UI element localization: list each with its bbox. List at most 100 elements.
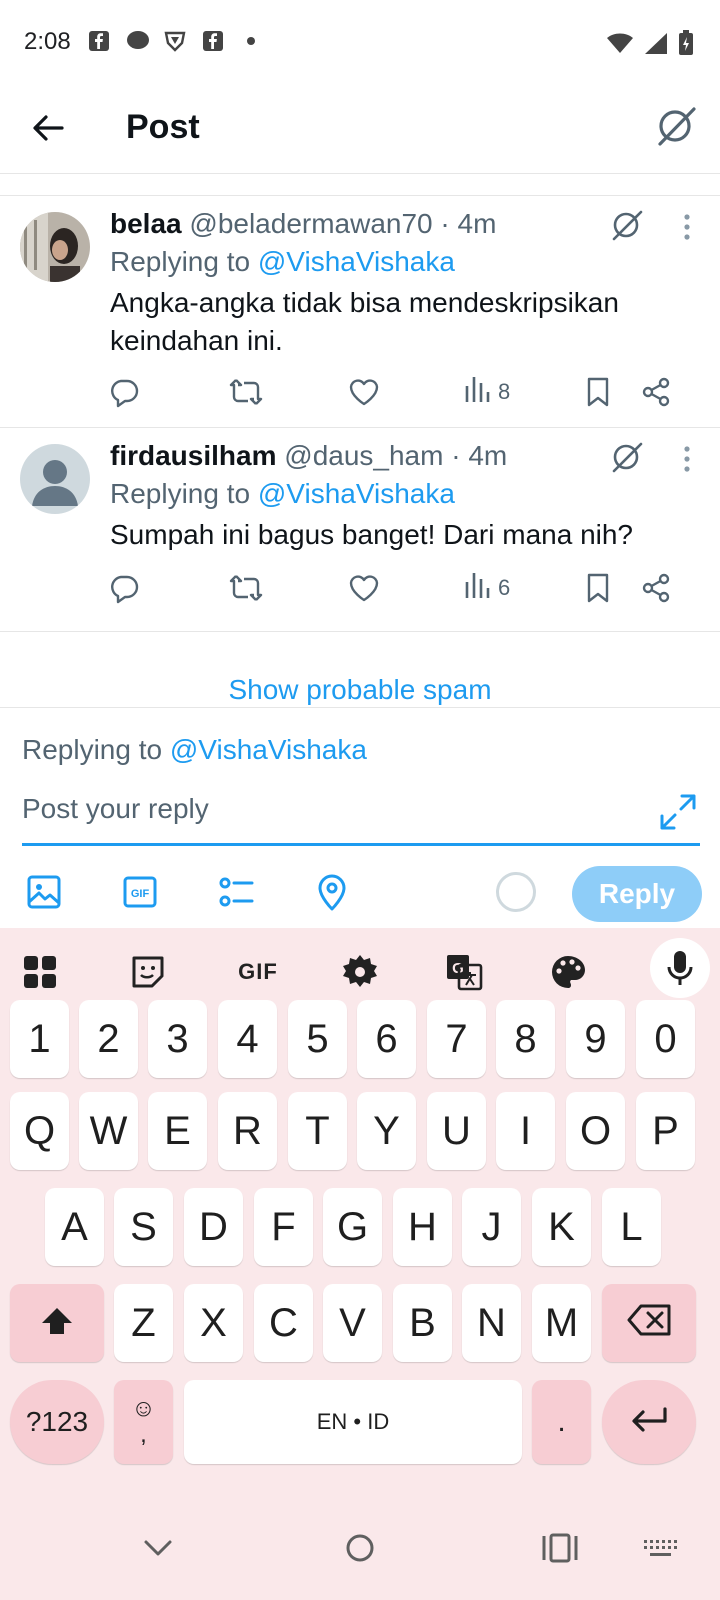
key-e[interactable]: E (148, 1092, 207, 1170)
microphone-icon[interactable] (650, 938, 710, 998)
key-k[interactable]: K (532, 1188, 591, 1266)
post-actions: 6 (0, 568, 720, 608)
key-s[interactable]: S (114, 1188, 173, 1266)
grok-icon[interactable] (610, 208, 644, 242)
key-j[interactable]: J (462, 1188, 521, 1266)
settings-gear-icon[interactable] (336, 948, 384, 996)
key-t[interactable]: T (288, 1092, 347, 1170)
display-name[interactable]: firdausilham (110, 440, 276, 471)
recents-icon[interactable] (540, 1528, 580, 1568)
more-options-icon[interactable] (672, 210, 702, 244)
reply-input[interactable] (22, 786, 700, 846)
key-x[interactable]: X (184, 1284, 243, 1362)
key-u[interactable]: U (427, 1092, 486, 1170)
shift-key[interactable] (10, 1284, 104, 1362)
key-3[interactable]: 3 (148, 1000, 207, 1078)
post-text: Sumpah ini bagus banget! Dari mana nih? (110, 519, 634, 550)
key-p[interactable]: P (636, 1092, 695, 1170)
key-b[interactable]: B (393, 1284, 452, 1362)
key-g[interactable]: G (323, 1188, 382, 1266)
repost-icon[interactable] (228, 372, 264, 412)
key-h[interactable]: H (393, 1188, 452, 1266)
grok-icon[interactable] (610, 440, 644, 474)
reply-icon[interactable] (108, 372, 140, 412)
key-4[interactable]: 4 (218, 1000, 277, 1078)
like-icon[interactable] (348, 372, 380, 412)
more-options-icon[interactable] (672, 442, 702, 476)
show-probable-spam-link[interactable]: Show probable spam (0, 674, 720, 706)
reply-post[interactable]: firdausilham @daus_ham · 4m Replying to … (0, 428, 720, 632)
emoji-comma-key[interactable]: ☺ , (114, 1380, 173, 1464)
key-m[interactable]: M (532, 1284, 591, 1362)
translate-icon[interactable]: G (440, 948, 488, 996)
key-a[interactable]: A (45, 1188, 104, 1266)
key-n[interactable]: N (462, 1284, 521, 1362)
bookmark-icon[interactable] (584, 568, 612, 608)
previous-post-edge (0, 174, 720, 196)
symbols-key[interactable]: ?123 (10, 1380, 104, 1464)
composer-mention-link[interactable]: @VishaVishaka (170, 734, 367, 765)
avatar-default[interactable] (20, 444, 90, 514)
home-circle-icon[interactable] (340, 1528, 380, 1568)
key-8[interactable]: 8 (496, 1000, 555, 1078)
enter-key[interactable] (602, 1380, 696, 1464)
key-w[interactable]: W (79, 1092, 138, 1170)
palette-icon[interactable] (544, 948, 592, 996)
comma-label: , (140, 1421, 147, 1448)
gif-icon[interactable]: GIF (120, 872, 160, 912)
chevron-down-icon[interactable] (138, 1528, 178, 1568)
reply-icon[interactable] (108, 568, 140, 608)
grok-icon[interactable] (654, 104, 698, 148)
key-1[interactable]: 1 (10, 1000, 69, 1078)
share-icon[interactable] (640, 372, 672, 412)
character-count-circle (496, 872, 536, 912)
key-5[interactable]: 5 (288, 1000, 347, 1078)
key-y[interactable]: Y (357, 1092, 416, 1170)
key-i[interactable]: I (496, 1092, 555, 1170)
show-probable-spam[interactable]: Show probable spam (0, 632, 720, 708)
key-z[interactable]: Z (114, 1284, 173, 1362)
back-arrow-icon[interactable] (28, 108, 68, 148)
mention-link[interactable]: @VishaVishaka (258, 246, 455, 277)
key-f[interactable]: F (254, 1188, 313, 1266)
key-6[interactable]: 6 (357, 1000, 416, 1078)
location-icon[interactable] (312, 872, 352, 912)
views-stat[interactable]: 6 (464, 568, 510, 608)
bookmark-icon[interactable] (584, 372, 612, 412)
repost-icon[interactable] (228, 568, 264, 608)
avatar[interactable] (20, 212, 90, 282)
key-l[interactable]: L (602, 1188, 661, 1266)
period-key[interactable]: . (532, 1380, 591, 1464)
display-name[interactable]: belaa (110, 208, 182, 239)
user-handle: @daus_ham (284, 440, 444, 471)
reply-button[interactable]: Reply (572, 866, 702, 922)
key-0[interactable]: 0 (636, 1000, 695, 1078)
key-v[interactable]: V (323, 1284, 382, 1362)
user-handle: @beladermawan70 (189, 208, 433, 239)
key-q[interactable]: Q (10, 1092, 69, 1170)
views-stat[interactable]: 8 (464, 372, 510, 412)
mention-link[interactable]: @VishaVishaka (258, 478, 455, 509)
poll-icon[interactable] (216, 872, 256, 912)
status-time: 2:08 (24, 28, 71, 55)
key-o[interactable]: O (566, 1092, 625, 1170)
gif-key[interactable]: GIF (230, 948, 286, 996)
apps-grid-icon[interactable] (16, 948, 64, 996)
post-text: Angka-angka tidak bisa mendeskripsikan k… (110, 287, 619, 356)
key-c[interactable]: C (254, 1284, 313, 1362)
like-icon[interactable] (348, 568, 380, 608)
reply-post[interactable]: belaa @beladermawan70 · 4m Replying to @… (0, 196, 720, 428)
key-7[interactable]: 7 (427, 1000, 486, 1078)
key-r[interactable]: R (218, 1092, 277, 1170)
key-d[interactable]: D (184, 1188, 243, 1266)
key-9[interactable]: 9 (566, 1000, 625, 1078)
image-icon[interactable] (24, 872, 64, 912)
sticker-icon[interactable] (124, 948, 172, 996)
expand-icon[interactable] (658, 792, 698, 832)
keyboard-switch-icon[interactable] (640, 1528, 680, 1568)
battery-icon (678, 30, 694, 61)
share-icon[interactable] (640, 568, 672, 608)
space-key[interactable]: EN • ID (184, 1380, 522, 1464)
backspace-key[interactable] (602, 1284, 696, 1362)
key-2[interactable]: 2 (79, 1000, 138, 1078)
